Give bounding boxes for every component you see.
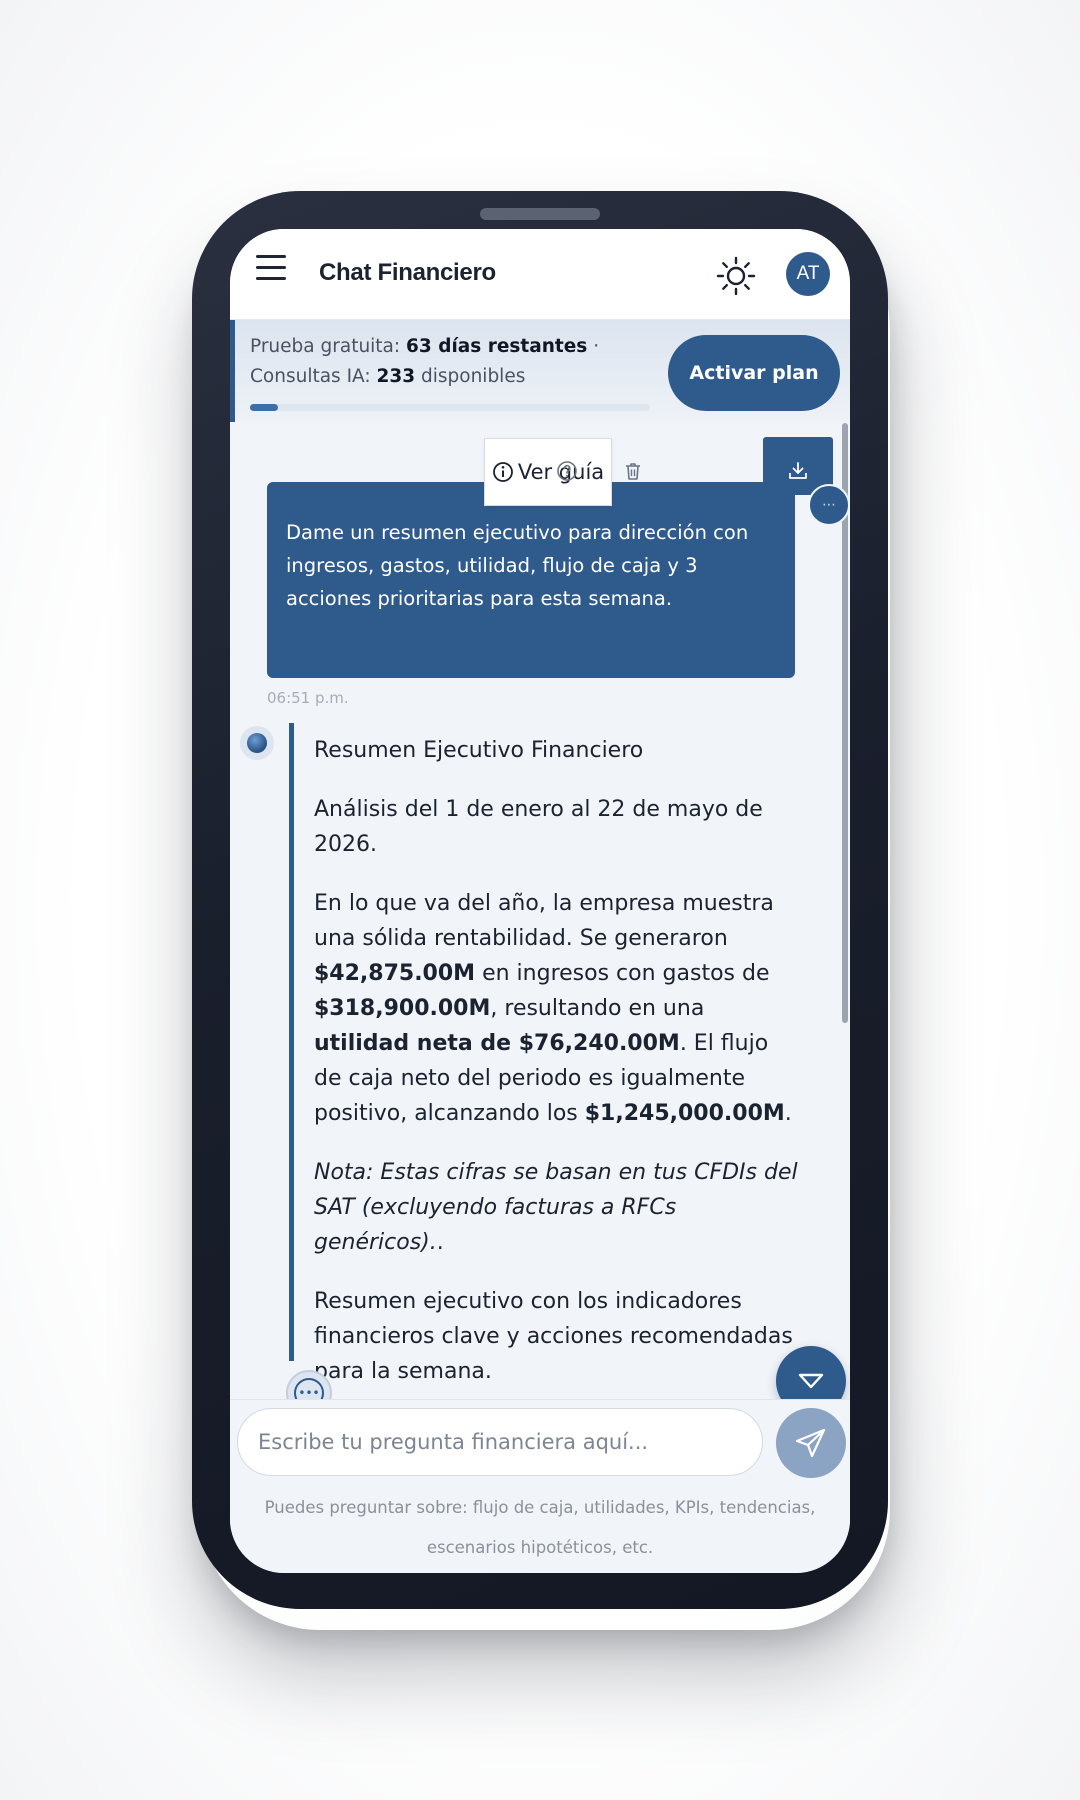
send-button[interactable] <box>776 1408 846 1478</box>
trial-label: Prueba gratuita: <box>250 336 407 357</box>
phone-screen: Chat Financiero AT Prueba gratuita: 63 d… <box>230 229 850 1573</box>
trash-icon[interactable] <box>621 459 645 483</box>
message-input[interactable] <box>237 1408 763 1476</box>
avatar[interactable]: AT <box>786 252 830 296</box>
trial-days-remaining: 63 días restantes <box>406 336 588 357</box>
data-source-note: Nota: Estas cifras se basan en tus CFDIs… <box>314 1155 799 1260</box>
app-title: Chat Financiero <box>319 259 496 286</box>
ai-queries-status: Consultas IA: 233 disponibles <box>250 366 525 387</box>
user-message-text: Dame un resumen ejecutivo para dirección… <box>286 521 749 610</box>
trial-status: Prueba gratuita: 63 días restantes · <box>250 336 599 357</box>
financial-summary: En lo que va del año, la empresa muestra… <box>314 886 799 1131</box>
more-options-icon[interactable]: ⋯ <box>808 484 850 526</box>
activate-plan-button[interactable]: Activar plan <box>668 335 840 411</box>
note-text: Nota: Estas cifras se basan en tus CFDIs… <box>314 1160 798 1255</box>
message-composer: Puedes preguntar sobre: flujo de caja, u… <box>230 1399 850 1573</box>
closing-text: Resumen ejecutivo con los indicadores fi… <box>314 1289 793 1384</box>
summary-text: En lo que va del año, la empresa muestra… <box>314 891 774 951</box>
ai-queries-count: 233 <box>376 366 416 387</box>
trial-separator: · <box>587 336 600 357</box>
sun-icon[interactable] <box>716 256 756 296</box>
income-value: $42,875.00M <box>314 961 476 986</box>
app-header: Chat Financiero AT <box>230 229 850 320</box>
expenses-value: $318,900.00M <box>314 996 491 1021</box>
summary-text: en ingresos con gastos de <box>475 961 770 986</box>
chevron-down-icon <box>798 1373 824 1389</box>
download-icon <box>789 462 807 479</box>
assistant-message: Resumen Ejecutivo Financiero Análisis de… <box>289 723 799 1384</box>
summary-text: . <box>784 1101 792 1126</box>
help-icon[interactable] <box>555 459 579 483</box>
menu-icon[interactable] <box>256 255 286 283</box>
summary-text: , resultando en una <box>490 996 705 1021</box>
input-hint: Puedes preguntar sobre: flujo de caja, u… <box>264 1498 816 1557</box>
analysis-period: Análisis del 1 de enero al 22 de mayo de… <box>314 797 763 857</box>
trial-progress-bar <box>250 404 650 411</box>
ai-queries-suffix: disponibles <box>415 366 526 387</box>
view-guide-button[interactable]: Ver guía <box>484 438 612 506</box>
net-profit-value: utilidad neta de $76,240.00M <box>314 1031 680 1056</box>
send-icon <box>795 1428 826 1458</box>
note-end: . <box>436 1230 444 1255</box>
phone-speaker <box>480 208 600 220</box>
assistant-avatar-icon <box>240 726 274 760</box>
user-message-bubble: Dame un resumen ejecutivo para dirección… <box>267 482 795 678</box>
ai-queries-label: Consultas IA: <box>250 366 377 387</box>
chat-area[interactable]: Dame un resumen ejecutivo para dirección… <box>230 423 850 1399</box>
assistant-message-title: Resumen Ejecutivo Financiero <box>314 738 644 763</box>
message-timestamp: 06:51 p.m. <box>267 689 349 707</box>
cash-flow-value: $1,245,000.00M <box>584 1101 785 1126</box>
background: Chat Financiero AT Prueba gratuita: 63 d… <box>0 0 1080 1800</box>
trial-banner: Prueba gratuita: 63 días restantes · Con… <box>230 320 850 422</box>
trial-progress-fill <box>250 404 278 411</box>
info-icon <box>492 462 513 482</box>
